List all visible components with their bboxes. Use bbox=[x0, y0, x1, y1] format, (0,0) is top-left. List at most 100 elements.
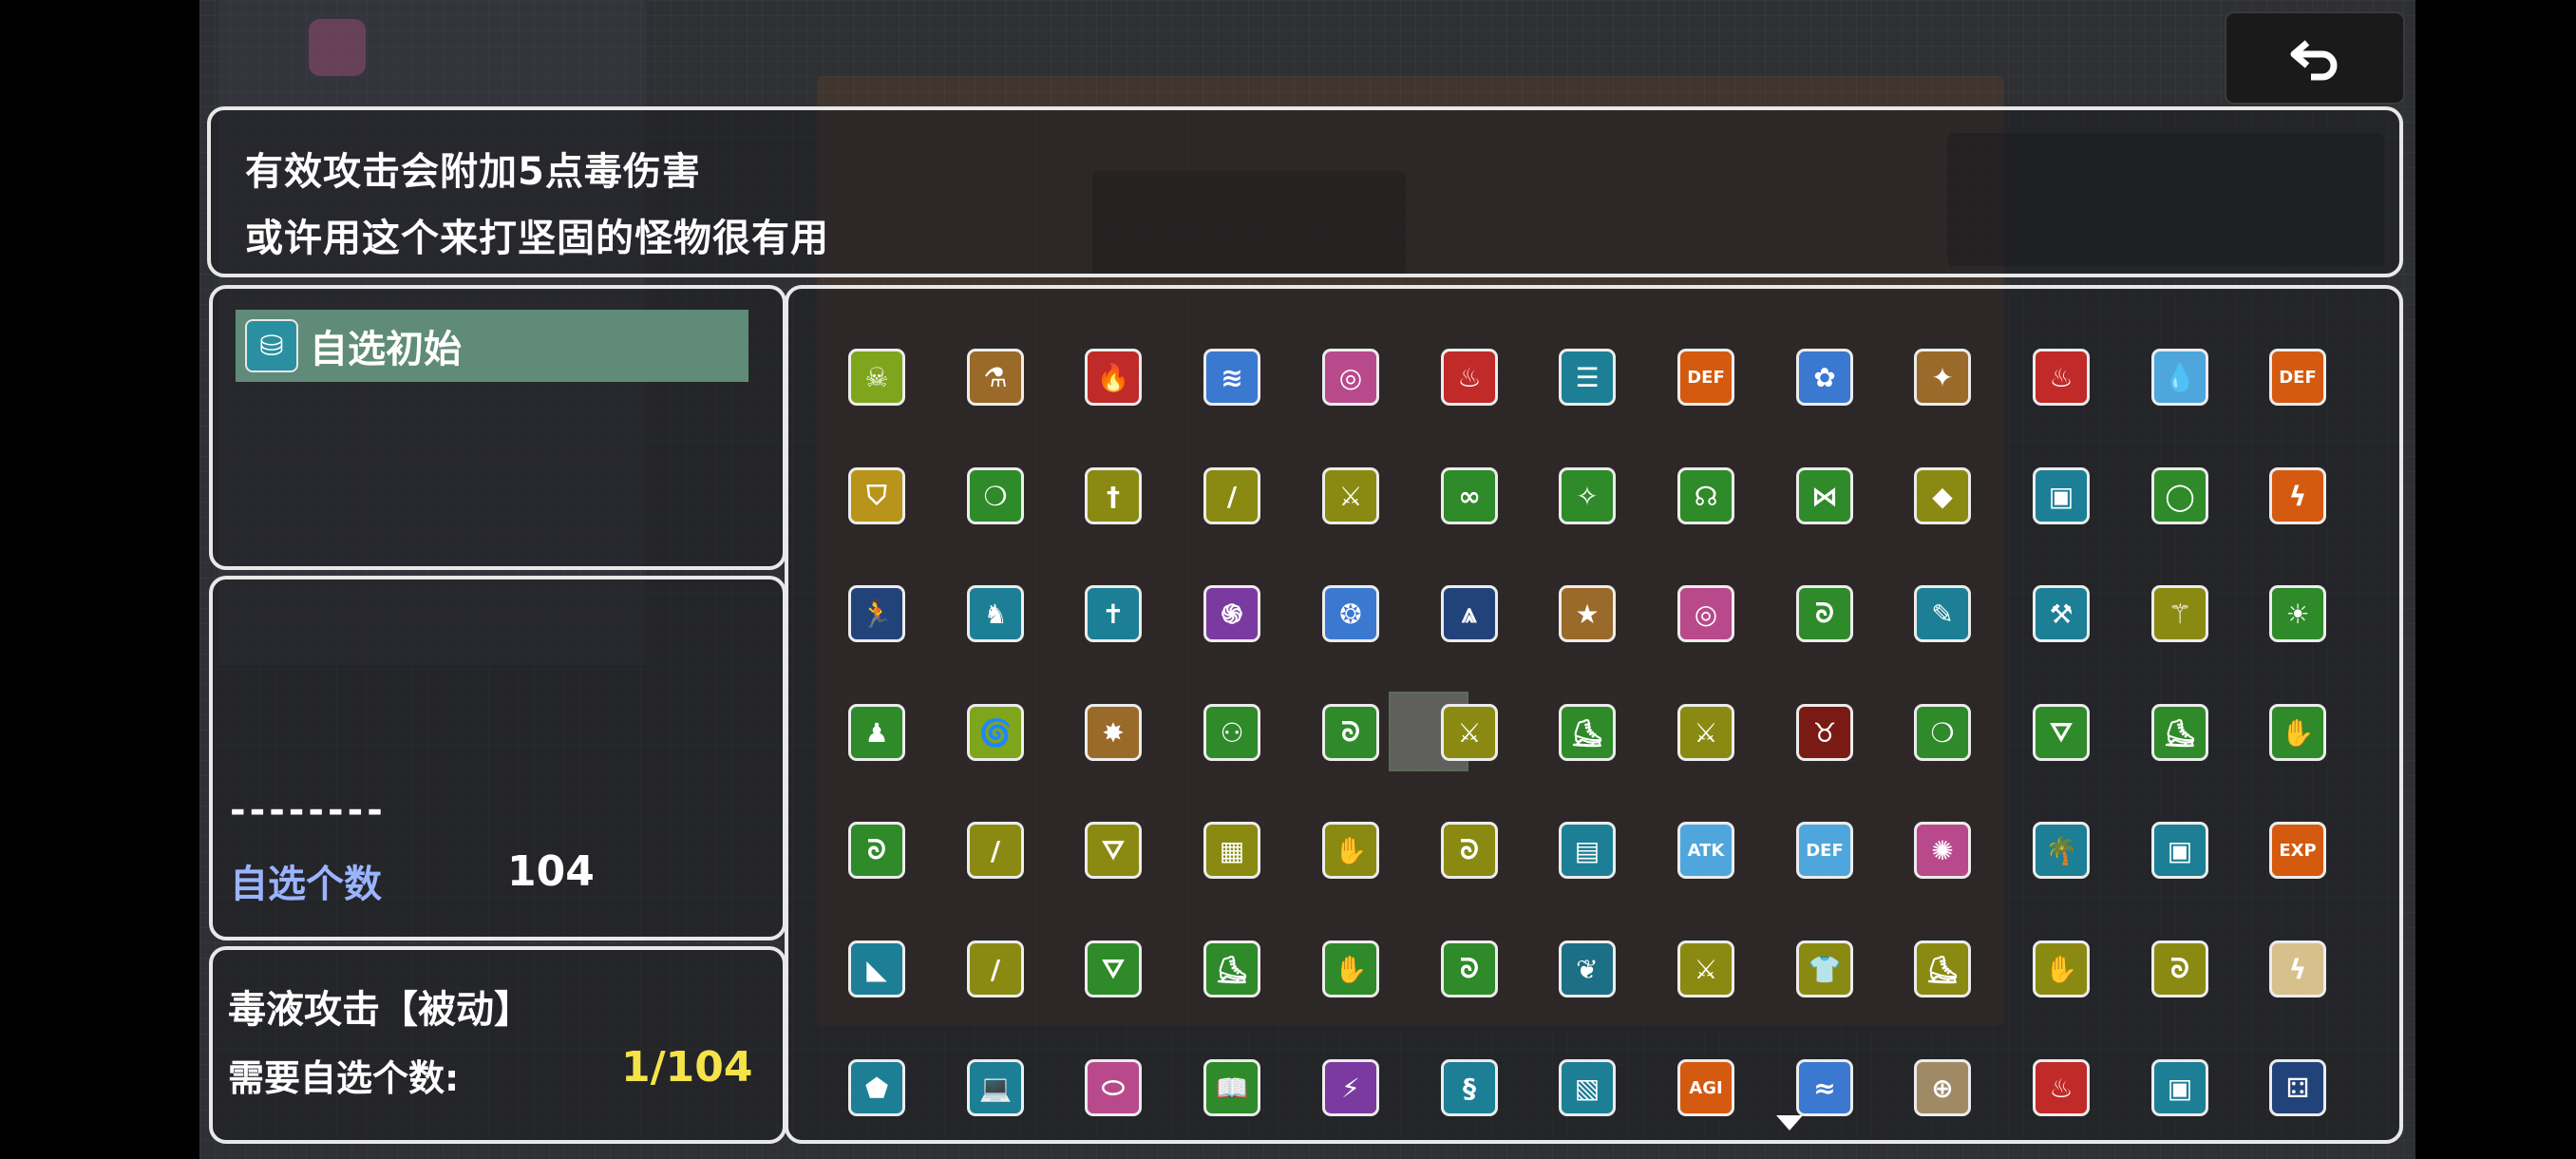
laptop-icon[interactable]: 💻 bbox=[967, 1059, 1024, 1116]
green-swirl-icon[interactable]: ᘐ bbox=[1322, 704, 1379, 761]
device-icon[interactable]: ▣ bbox=[2151, 822, 2208, 879]
description-panel: 有效攻击会附加5点毒伤害 或许用这个来打坚固的怪物很有用 bbox=[207, 106, 2403, 277]
witch-hat-icon[interactable]: ⛛ bbox=[1085, 940, 1142, 998]
water-drop-icon[interactable]: 💧 bbox=[2151, 349, 2208, 406]
water-swirl-icon[interactable]: ❂ bbox=[1322, 585, 1379, 642]
red-flame-icon[interactable]: ♨ bbox=[2033, 1059, 2090, 1116]
torch-icon[interactable]: ✧ bbox=[1559, 467, 1616, 524]
branch-icon[interactable]: ❦ bbox=[1559, 940, 1616, 998]
knife-icon[interactable]: / bbox=[967, 822, 1024, 879]
sword-icon[interactable]: ⚔ bbox=[1677, 940, 1734, 998]
boots-icon[interactable]: ⛸ bbox=[1559, 704, 1616, 761]
glove-icon[interactable]: ✋ bbox=[2269, 704, 2326, 761]
lightning-strike-icon[interactable]: ≋ bbox=[1203, 349, 1260, 406]
flower-gem-icon[interactable]: ✿ bbox=[1796, 349, 1853, 406]
cross-icon[interactable]: ✝ bbox=[1085, 585, 1142, 642]
poison-drip-icon[interactable]: ☠ bbox=[848, 349, 905, 406]
boots-icon[interactable]: ⛸ bbox=[1203, 940, 1260, 998]
piggy-bank-icon[interactable]: ♞ bbox=[967, 585, 1024, 642]
claw-icon[interactable]: ✦ bbox=[1914, 349, 1971, 406]
def-up-icon[interactable]: DEF bbox=[1677, 349, 1734, 406]
back-button[interactable] bbox=[2225, 11, 2405, 104]
spiral-ring-icon[interactable]: ◎ bbox=[1322, 349, 1379, 406]
wave-icon[interactable]: ≈ bbox=[1796, 1059, 1853, 1116]
fire-icon[interactable]: 🔥 bbox=[1085, 349, 1142, 406]
open-book-icon[interactable]: 📖 bbox=[1203, 1059, 1260, 1116]
star-icon[interactable]: ★ bbox=[1559, 585, 1616, 642]
bow-ribbon-icon[interactable]: ⋈ bbox=[1796, 467, 1853, 524]
green-swirl-icon[interactable]: ᘐ bbox=[1441, 822, 1498, 879]
description-line-2: 或许用这个来打坚固的怪物很有用 bbox=[245, 217, 829, 260]
boots-icon[interactable]: ⛸ bbox=[1914, 940, 1971, 998]
wind-scroll-icon[interactable]: § bbox=[1441, 1059, 1498, 1116]
tornado-icon[interactable]: 🌀 bbox=[967, 704, 1024, 761]
dagger-icon[interactable]: † bbox=[1085, 467, 1142, 524]
category-item-custom-start[interactable]: ⛁ 自选初始 bbox=[236, 310, 748, 382]
shirt-icon[interactable]: 👕 bbox=[1796, 940, 1853, 998]
required-count-label: 需要自选个数: bbox=[228, 1057, 460, 1099]
flashlight-icon[interactable]: ✎ bbox=[1914, 585, 1971, 642]
exp-up-icon[interactable]: EXP bbox=[2269, 822, 2326, 879]
dodecahedron-icon[interactable]: ⬟ bbox=[848, 1059, 905, 1116]
sword-icon[interactable]: ⚔ bbox=[1441, 704, 1498, 761]
pouring-icon[interactable]: ⚗ bbox=[967, 349, 1024, 406]
flame-burst-icon[interactable]: ♨ bbox=[2033, 349, 2090, 406]
pink-sparkle-icon[interactable]: ✺ bbox=[1914, 822, 1971, 879]
def-up-icon[interactable]: DEF bbox=[1796, 822, 1853, 879]
helmet-icon[interactable]: ☊ bbox=[1677, 467, 1734, 524]
boots-icon[interactable]: ⛸ bbox=[2151, 704, 2208, 761]
armor-icon[interactable]: ▦ bbox=[1203, 822, 1260, 879]
thunder-icon[interactable]: ϟ bbox=[2269, 940, 2326, 998]
map-icon[interactable]: ▧ bbox=[1559, 1059, 1616, 1116]
knife-icon[interactable]: / bbox=[967, 940, 1024, 998]
runner-hood-icon[interactable]: ♟ bbox=[848, 704, 905, 761]
glove-icon[interactable]: ✋ bbox=[1322, 822, 1379, 879]
atk-up-icon[interactable]: ATK bbox=[1677, 822, 1734, 879]
green-swirl-icon[interactable]: ᘐ bbox=[2151, 940, 2208, 998]
sword-icon[interactable]: ⚔ bbox=[1677, 704, 1734, 761]
scroll-down-indicator-icon[interactable] bbox=[1776, 1115, 1803, 1130]
thunder-icon[interactable]: ϟ bbox=[2269, 467, 2326, 524]
palm-tree-icon[interactable]: 🌴 bbox=[2033, 822, 2090, 879]
book-icon[interactable]: ◆ bbox=[1914, 467, 1971, 524]
pink-disc-icon[interactable]: ⬭ bbox=[1085, 1059, 1142, 1116]
select-count-label: 自选个数 bbox=[230, 863, 382, 906]
def-up-icon[interactable]: DEF bbox=[2269, 349, 2326, 406]
vortex-icon[interactable]: ֍ bbox=[1203, 585, 1260, 642]
explosion-icon[interactable]: ✸ bbox=[1085, 704, 1142, 761]
ring-icon[interactable]: ◯ bbox=[2151, 467, 2208, 524]
goggles-icon[interactable]: ∞ bbox=[1441, 467, 1498, 524]
knife-icon[interactable]: / bbox=[1203, 467, 1260, 524]
glove-icon[interactable]: ✋ bbox=[2033, 940, 2090, 998]
sun-burst-icon[interactable]: ☀ bbox=[2269, 585, 2326, 642]
glove-icon[interactable]: ✋ bbox=[1322, 940, 1379, 998]
potion-jar-icon[interactable]: ▣ bbox=[2151, 1059, 2208, 1116]
shield-icon[interactable]: ⛉ bbox=[848, 467, 905, 524]
category-panel: ⛁ 自选初始 bbox=[209, 285, 786, 570]
pink-spiral-icon[interactable]: ◎ bbox=[1677, 585, 1734, 642]
agi-up-icon[interactable]: AGI bbox=[1677, 1059, 1734, 1116]
green-swirl-icon[interactable]: ᘐ bbox=[1441, 940, 1498, 998]
witch-hat-icon[interactable]: ⛛ bbox=[2033, 704, 2090, 761]
balloon-icon[interactable]: ❍ bbox=[967, 467, 1024, 524]
category-label: 自选初始 bbox=[310, 328, 462, 371]
target-icon[interactable]: ⊕ bbox=[1914, 1059, 1971, 1116]
dice-icon[interactable]: ⚃ bbox=[2269, 1059, 2326, 1116]
green-swirl-icon[interactable]: ᘐ bbox=[1796, 585, 1853, 642]
scythe-icon[interactable]: ⚚ bbox=[2151, 585, 2208, 642]
potion-jar-icon[interactable]: ▣ bbox=[2033, 467, 2090, 524]
hammer-icon[interactable]: ⚒ bbox=[2033, 585, 2090, 642]
witch-hat-icon[interactable]: ⛛ bbox=[1085, 822, 1142, 879]
scroll-icon[interactable]: ☰ bbox=[1559, 349, 1616, 406]
bubbles-icon[interactable]: ⚇ bbox=[1203, 704, 1260, 761]
running-man-icon[interactable]: 🏃 bbox=[848, 585, 905, 642]
angel-wings-icon[interactable]: ⩓ bbox=[1441, 585, 1498, 642]
magic-wand-icon[interactable]: ⚡ bbox=[1322, 1059, 1379, 1116]
fire-x2-icon[interactable]: ♨ bbox=[1441, 349, 1498, 406]
tablet-icon[interactable]: ▤ bbox=[1559, 822, 1616, 879]
green-swirl-icon[interactable]: ᘐ bbox=[848, 822, 905, 879]
slope-icon[interactable]: ◣ bbox=[848, 940, 905, 998]
balloon-icon[interactable]: ❍ bbox=[1914, 704, 1971, 761]
sword-icon[interactable]: ⚔ bbox=[1322, 467, 1379, 524]
demon-mask-icon[interactable]: ♉ bbox=[1796, 704, 1853, 761]
